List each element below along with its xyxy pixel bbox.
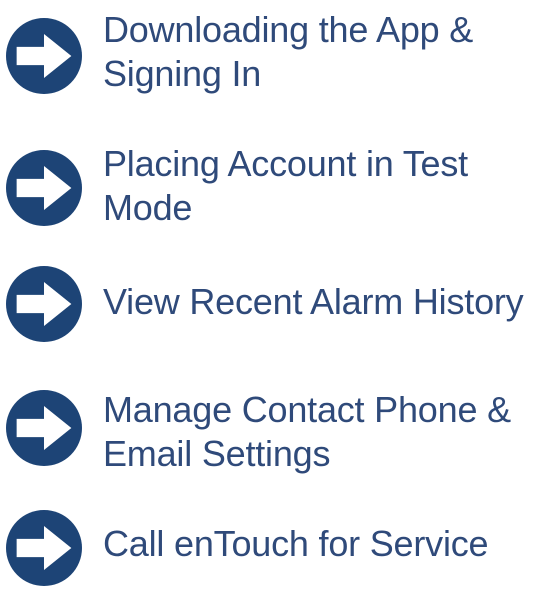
menu-item-label-line1: View Recent Alarm History xyxy=(103,281,524,322)
menu-item-label-line1: Manage Contact Phone & xyxy=(103,389,511,430)
arrow-right-circle-icon xyxy=(6,266,82,342)
menu-item-label-line2: Signing In xyxy=(103,53,262,94)
arrow-right-circle-icon xyxy=(6,150,82,226)
menu-item-label-line2: Email Settings xyxy=(103,433,331,474)
menu-item-alarm-history[interactable]: View Recent Alarm History xyxy=(0,262,543,362)
arrow-right-circle-icon xyxy=(6,510,82,586)
arrow-right-circle-icon xyxy=(6,18,82,94)
menu-item-downloading-app[interactable]: Downloading the App & Signing In xyxy=(0,8,543,108)
arrow-right-circle-icon xyxy=(6,390,82,466)
menu-item-label-line1: Downloading the App & xyxy=(103,9,474,50)
menu-item-label-line1: Placing Account in Test xyxy=(103,143,468,184)
menu-item-contact-settings[interactable]: Manage Contact Phone & Email Settings xyxy=(0,388,543,488)
menu-item-call-service[interactable]: Call enTouch for Service xyxy=(0,506,543,606)
menu-item-test-mode[interactable]: Placing Account in Test Mode xyxy=(0,142,543,242)
menu-item-label-line1: Call enTouch for Service xyxy=(103,523,489,564)
menu-item-label-line2: Mode xyxy=(103,187,193,228)
